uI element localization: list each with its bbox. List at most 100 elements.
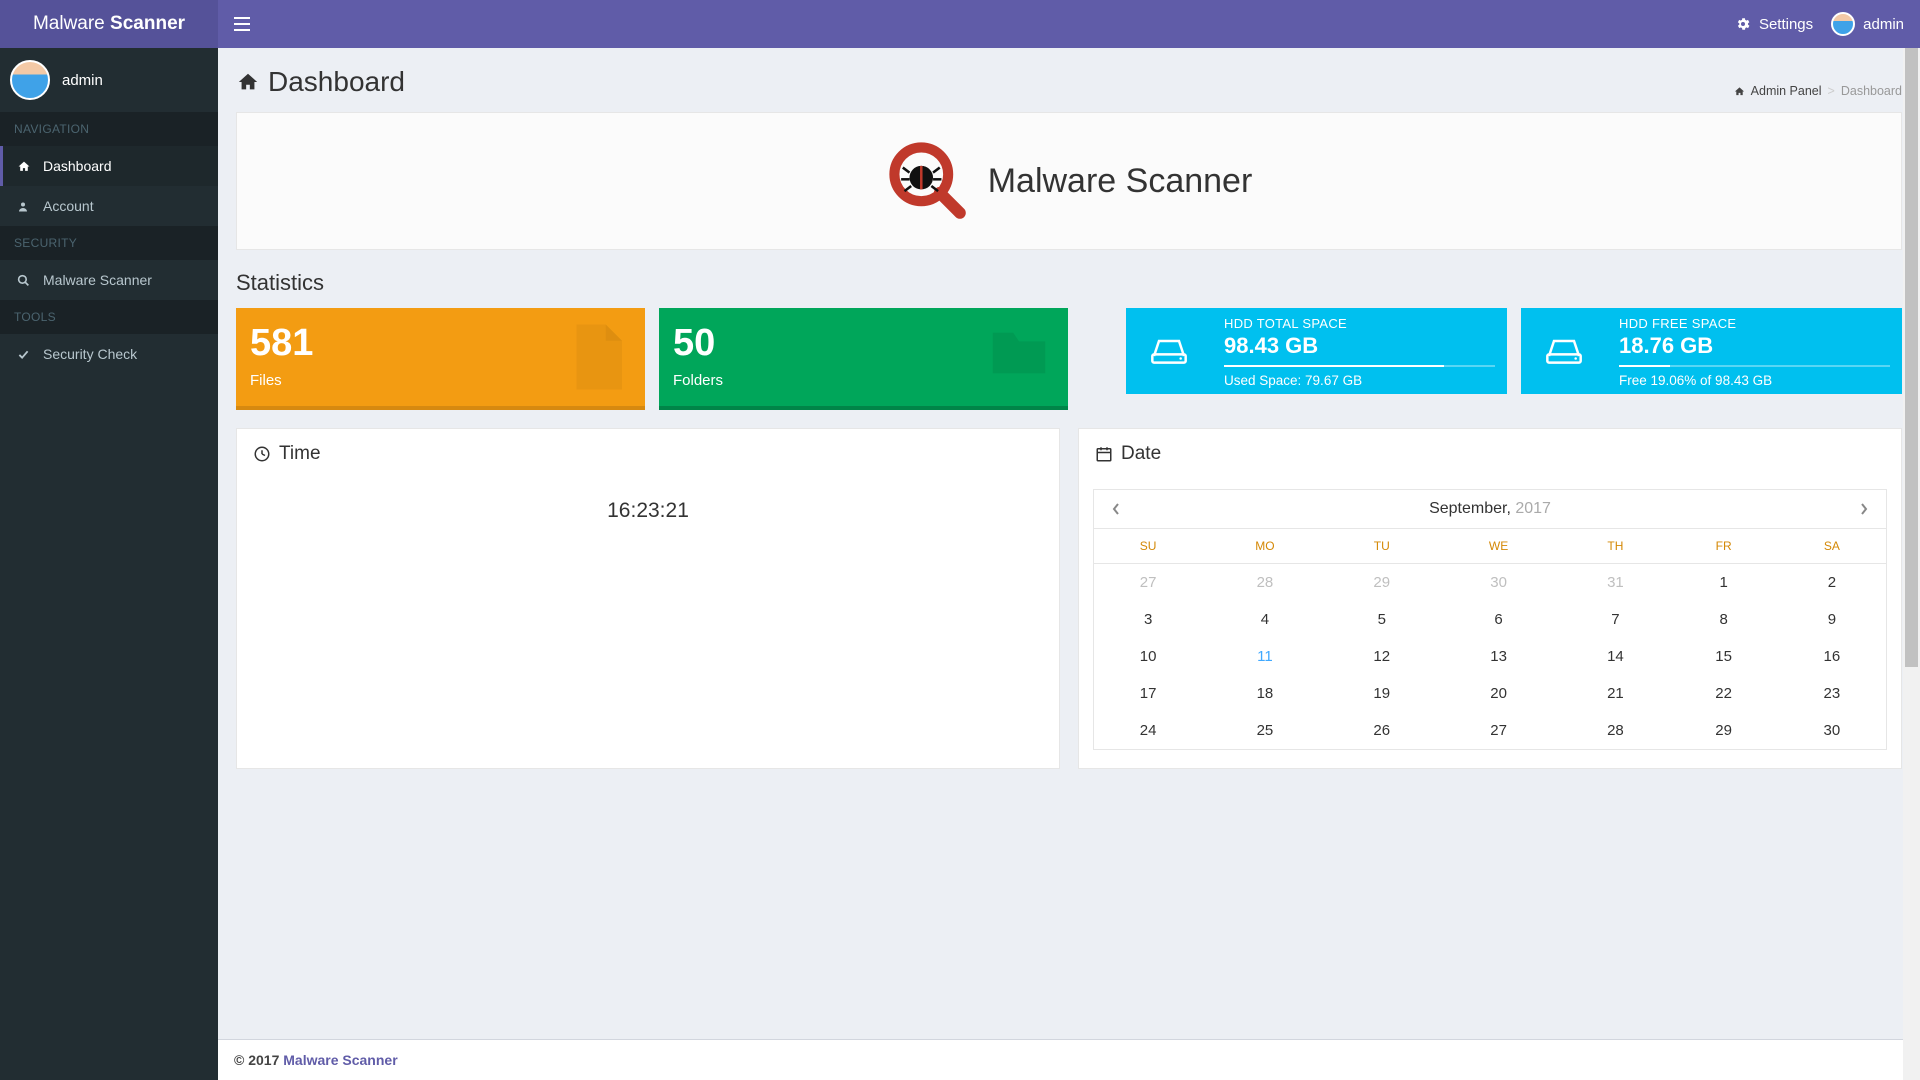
breadcrumb-current: Dashboard bbox=[1841, 84, 1902, 98]
calendar-day[interactable]: 16 bbox=[1778, 638, 1886, 675]
brand-text-1: Malware bbox=[33, 13, 105, 35]
calendar-day[interactable]: 28 bbox=[1202, 564, 1327, 602]
calendar-day[interactable]: 30 bbox=[1778, 712, 1886, 749]
settings-label: Settings bbox=[1759, 16, 1813, 33]
calendar: September, 2017 SUMOTUWETHFRSA 272829303… bbox=[1093, 489, 1887, 750]
calendar-day[interactable]: 6 bbox=[1436, 601, 1561, 638]
calendar-dow: MO bbox=[1202, 529, 1327, 564]
brand-logo[interactable]: Malware Scanner bbox=[0, 0, 218, 48]
calendar-day[interactable]: 3 bbox=[1094, 601, 1202, 638]
hamburger-icon bbox=[234, 17, 250, 31]
calendar-day[interactable]: 23 bbox=[1778, 675, 1886, 712]
search-icon bbox=[17, 274, 31, 287]
calendar-day[interactable]: 1 bbox=[1670, 564, 1778, 602]
home-icon bbox=[236, 71, 260, 93]
statistics-heading: Statistics bbox=[236, 270, 1902, 296]
calendar-day[interactable]: 21 bbox=[1561, 675, 1669, 712]
date-panel: Date September, 2017 bbox=[1078, 428, 1902, 769]
calendar-day[interactable]: 17 bbox=[1094, 675, 1202, 712]
malware-scanner-icon bbox=[886, 139, 970, 223]
calendar-dow: TU bbox=[1328, 529, 1436, 564]
calendar-day[interactable]: 13 bbox=[1436, 638, 1561, 675]
avatar-icon bbox=[10, 60, 50, 100]
gears-icon bbox=[1735, 16, 1751, 32]
user-menu[interactable]: admin bbox=[1831, 12, 1904, 36]
sidebar-userbox: admin bbox=[0, 48, 218, 112]
calendar-day[interactable]: 14 bbox=[1561, 638, 1669, 675]
home-icon bbox=[17, 160, 31, 173]
calendar-day[interactable]: 7 bbox=[1561, 601, 1669, 638]
hero-title: Malware Scanner bbox=[988, 162, 1253, 201]
footer-copyright: © 2017 bbox=[234, 1052, 283, 1068]
calendar-dow: TH bbox=[1561, 529, 1669, 564]
breadcrumb-home[interactable]: Admin Panel bbox=[1751, 84, 1822, 98]
hdd-free-value: 18.76 GB bbox=[1619, 333, 1890, 359]
calendar-day[interactable]: 10 bbox=[1094, 638, 1202, 675]
calendar-day[interactable]: 11 bbox=[1202, 638, 1327, 675]
calendar-day[interactable]: 31 bbox=[1561, 564, 1669, 602]
footer: © 2017 Malware Scanner bbox=[218, 1039, 1920, 1080]
hdd-free-footer: Free 19.06% of 98.43 GB bbox=[1619, 373, 1890, 388]
sidebar-username: admin bbox=[62, 72, 103, 89]
calendar-dow: FR bbox=[1670, 529, 1778, 564]
main-content: Dashboard Admin Panel > Dashboard bbox=[218, 48, 1920, 1080]
calendar-day[interactable]: 27 bbox=[1094, 564, 1202, 602]
footer-brand-link[interactable]: Malware Scanner bbox=[283, 1052, 397, 1068]
brand-text-2: Scanner bbox=[110, 13, 185, 35]
calendar-day[interactable]: 9 bbox=[1778, 601, 1886, 638]
calendar-day[interactable]: 2 bbox=[1778, 564, 1886, 602]
topbar: Malware Scanner Settings admin bbox=[0, 0, 1920, 48]
scrollbar-thumb[interactable] bbox=[1905, 48, 1918, 667]
user-icon bbox=[17, 200, 31, 213]
calendar-day[interactable]: 18 bbox=[1202, 675, 1327, 712]
calendar-day[interactable]: 30 bbox=[1436, 564, 1561, 602]
calendar-next-button[interactable] bbox=[1854, 501, 1874, 517]
calendar-title[interactable]: September, 2017 bbox=[1429, 500, 1551, 518]
calendar-day[interactable]: 12 bbox=[1328, 638, 1436, 675]
calendar-day[interactable]: 29 bbox=[1328, 564, 1436, 602]
calendar-month: September, bbox=[1429, 500, 1511, 517]
check-icon bbox=[17, 349, 31, 360]
sidebar-item-account[interactable]: Account bbox=[0, 186, 218, 226]
calendar-day[interactable]: 4 bbox=[1202, 601, 1327, 638]
calendar-grid: SUMOTUWETHFRSA 2728293031123456789101112… bbox=[1094, 529, 1886, 749]
calendar-day[interactable]: 5 bbox=[1328, 601, 1436, 638]
scrollbar[interactable] bbox=[1903, 48, 1920, 1080]
hdd-free-label: HDD FREE SPACE bbox=[1619, 316, 1890, 331]
stat-folders: 50 Folders bbox=[659, 308, 1068, 410]
nav-header-tools: TOOLS bbox=[0, 300, 218, 334]
calendar-prev-button[interactable] bbox=[1106, 501, 1126, 517]
hdd-total-label: HDD TOTAL SPACE bbox=[1224, 316, 1495, 331]
sidebar-item-dashboard[interactable]: Dashboard bbox=[0, 146, 218, 186]
calendar-day[interactable]: 28 bbox=[1561, 712, 1669, 749]
calendar-day[interactable]: 20 bbox=[1436, 675, 1561, 712]
sidebar-item-malware-scanner[interactable]: Malware Scanner bbox=[0, 260, 218, 300]
sidebar-item-label: Account bbox=[43, 198, 94, 214]
hdd-total-box: HDD TOTAL SPACE 98.43 GB Used Space: 79.… bbox=[1126, 308, 1507, 394]
calendar-day[interactable]: 19 bbox=[1328, 675, 1436, 712]
calendar-day[interactable]: 26 bbox=[1328, 712, 1436, 749]
calendar-day[interactable]: 15 bbox=[1670, 638, 1778, 675]
nav-header-navigation: NAVIGATION bbox=[0, 112, 218, 146]
clock-icon bbox=[253, 445, 271, 463]
page-title: Dashboard bbox=[236, 66, 405, 98]
calendar-day[interactable]: 8 bbox=[1670, 601, 1778, 638]
sidebar-item-security-check[interactable]: Security Check bbox=[0, 334, 218, 374]
sidebar-item-label: Dashboard bbox=[43, 158, 112, 174]
avatar-icon bbox=[1831, 12, 1855, 36]
calendar-day[interactable]: 22 bbox=[1670, 675, 1778, 712]
menu-toggle-button[interactable] bbox=[218, 17, 266, 31]
date-panel-title: Date bbox=[1121, 443, 1161, 465]
settings-link[interactable]: Settings bbox=[1735, 16, 1813, 33]
calendar-dow: WE bbox=[1436, 529, 1561, 564]
file-icon bbox=[557, 318, 635, 396]
calendar-day[interactable]: 29 bbox=[1670, 712, 1778, 749]
hdd-free-box: HDD FREE SPACE 18.76 GB Free 19.06% of 9… bbox=[1521, 308, 1902, 394]
calendar-day[interactable]: 24 bbox=[1094, 712, 1202, 749]
chevron-right-icon bbox=[1860, 503, 1868, 515]
sidebar-item-label: Security Check bbox=[43, 346, 137, 362]
calendar-day[interactable]: 25 bbox=[1202, 712, 1327, 749]
home-icon bbox=[1734, 86, 1745, 97]
calendar-dow: SA bbox=[1778, 529, 1886, 564]
calendar-day[interactable]: 27 bbox=[1436, 712, 1561, 749]
